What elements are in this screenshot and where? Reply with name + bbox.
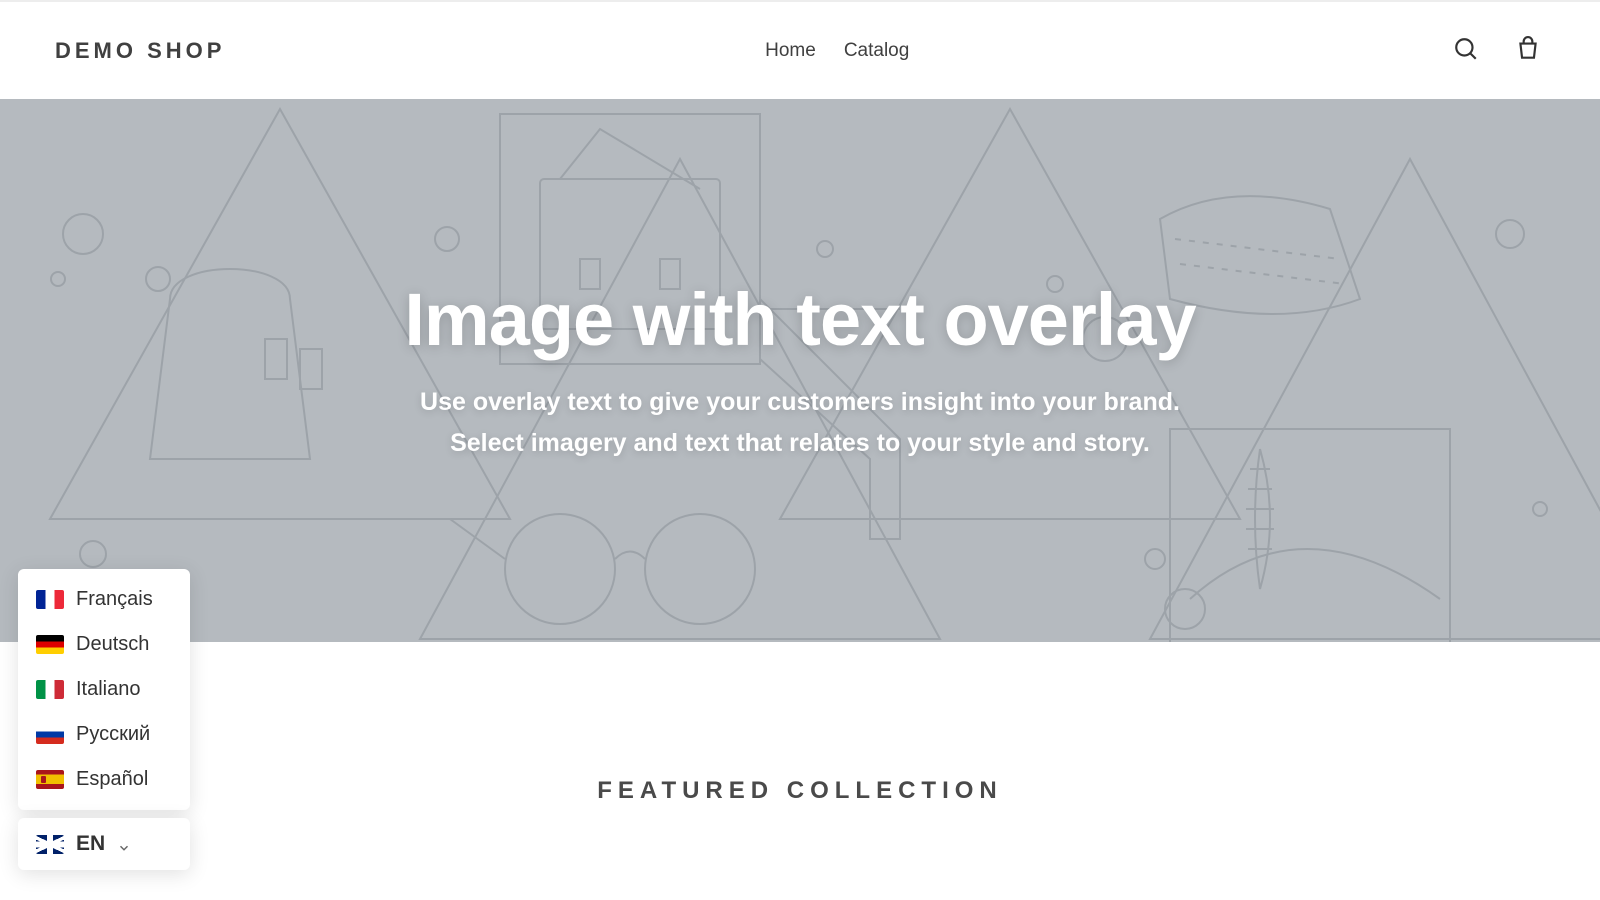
flag-germany-icon [36, 635, 64, 654]
current-language-label: EN [76, 832, 105, 856]
language-menu: Français Deutsch Italiano Русский Españo… [18, 569, 190, 810]
language-option-label: Français [76, 588, 153, 611]
hero-section: Image with text overlay Use overlay text… [0, 99, 1600, 642]
main-nav: Home Catalog [765, 40, 909, 62]
chevron-down-icon [117, 837, 131, 851]
search-button[interactable] [1449, 32, 1483, 69]
language-option-deutsch[interactable]: Deutsch [18, 622, 190, 667]
nav-catalog[interactable]: Catalog [844, 40, 910, 62]
language-option-italiano[interactable]: Italiano [18, 667, 190, 712]
flag-russia-icon [36, 725, 64, 744]
flag-uk-icon [36, 835, 64, 854]
language-option-label: Italiano [76, 678, 141, 701]
site-header: DEMO SHOP Home Catalog [0, 0, 1600, 99]
language-option-russian[interactable]: Русский [18, 712, 190, 757]
hero-text-overlay: Image with text overlay Use overlay text… [384, 277, 1215, 465]
cart-button[interactable] [1511, 32, 1545, 69]
language-option-espanol[interactable]: Español [18, 757, 190, 802]
nav-home[interactable]: Home [765, 40, 816, 62]
flag-italy-icon [36, 680, 64, 699]
hero-title: Image with text overlay [404, 277, 1195, 362]
language-selector-toggle[interactable]: EN [18, 818, 190, 870]
language-option-label: Español [76, 768, 148, 791]
language-option-label: Deutsch [76, 633, 149, 656]
header-icons [1449, 32, 1545, 69]
language-option-label: Русский [76, 723, 150, 746]
cart-icon [1515, 50, 1541, 65]
flag-france-icon [36, 590, 64, 609]
search-icon [1453, 50, 1479, 65]
flag-spain-icon [36, 770, 64, 789]
hero-subtitle-line-2: Select imagery and text that relates to … [450, 429, 1150, 457]
featured-collection-title: FEATURED COLLECTION [0, 777, 1600, 805]
language-option-francais[interactable]: Français [18, 577, 190, 622]
site-logo[interactable]: DEMO SHOP [55, 38, 225, 64]
hero-subtitle: Use overlay text to give your customers … [404, 382, 1195, 465]
hero-subtitle-line-1: Use overlay text to give your customers … [420, 388, 1180, 416]
